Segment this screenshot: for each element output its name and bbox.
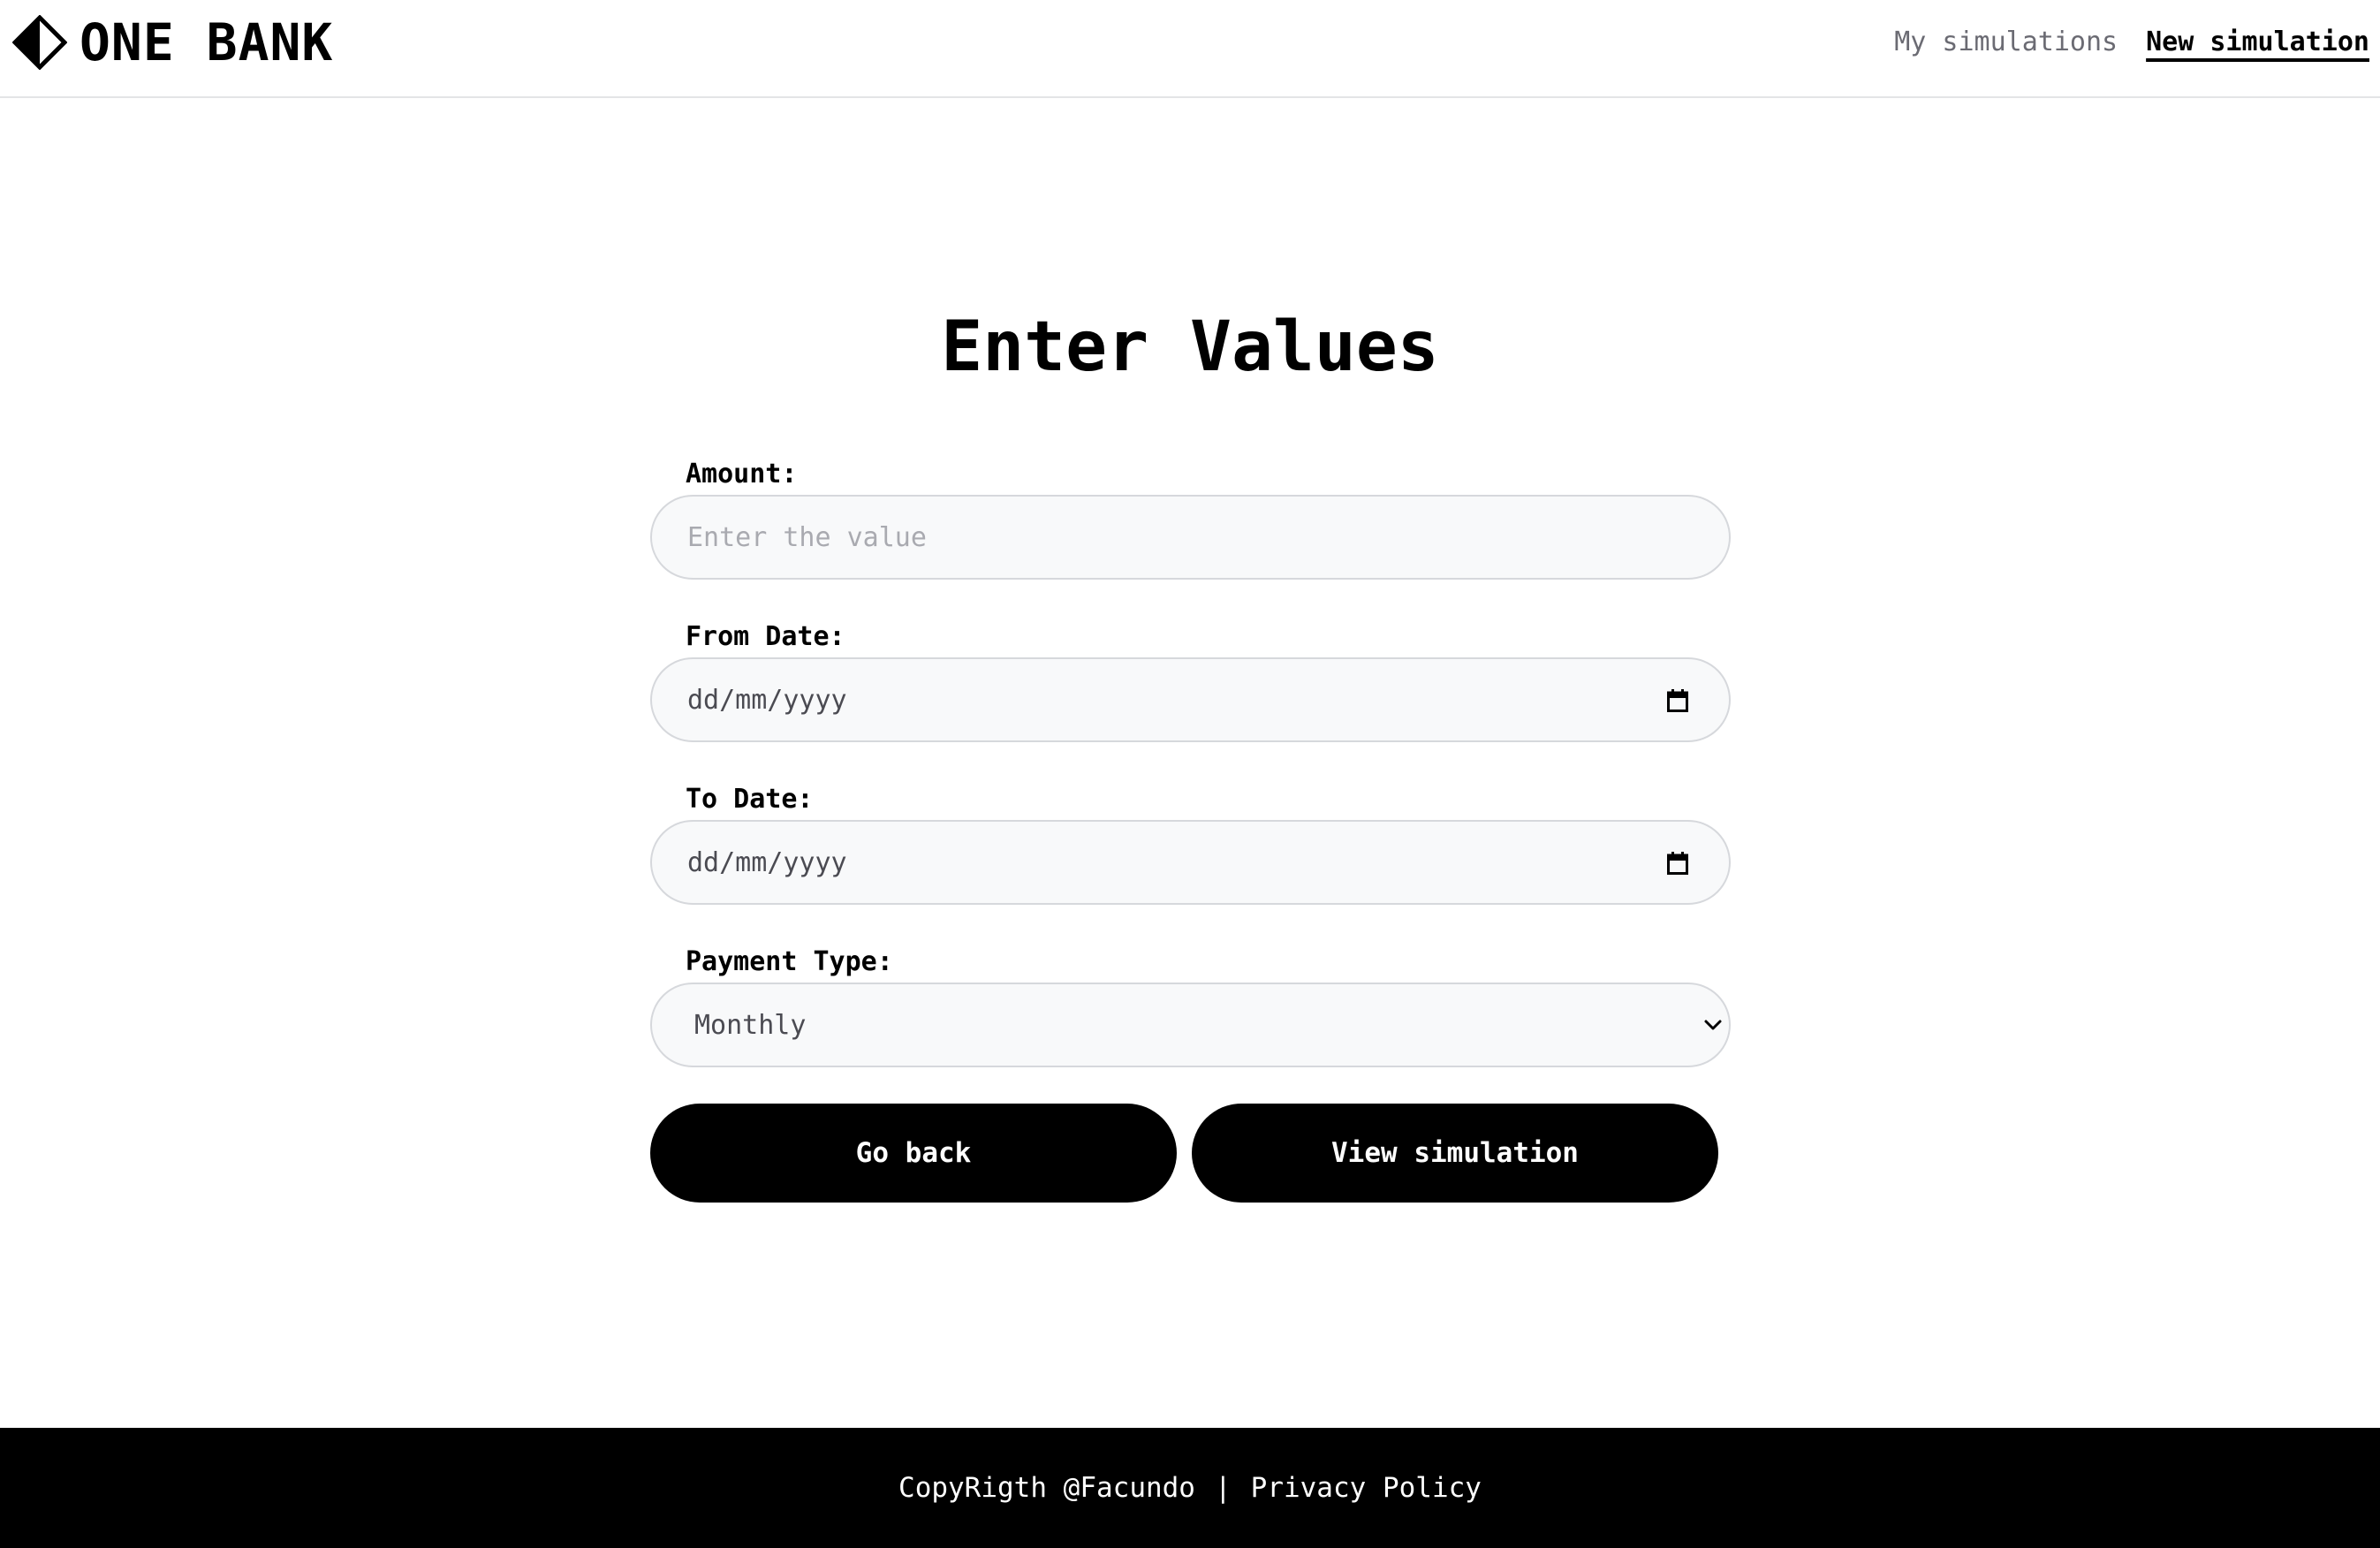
copyright-text: CopyRigth @Facundo <box>898 1472 1195 1504</box>
brand-name: ONE BANK <box>80 12 334 72</box>
payment-type-select[interactable]: Monthly <box>650 983 1731 1067</box>
brand[interactable]: ONE BANK <box>12 15 333 70</box>
from-date-label: From Date: <box>686 621 845 652</box>
nav-new-simulation[interactable]: New simulation <box>2146 25 2369 60</box>
page-title: Enter Values <box>941 307 1439 387</box>
calendar-icon[interactable] <box>1667 852 1688 875</box>
to-date-label: To Date: <box>686 784 814 815</box>
from-date-placeholder: dd/mm/yyyy <box>687 684 847 716</box>
from-date-input[interactable]: dd/mm/yyyy <box>650 657 1731 742</box>
top-header: ONE BANK My simulations New simulation <box>0 0 2380 98</box>
chevron-down-icon <box>1704 1020 1722 1030</box>
payment-type-selected: Monthly <box>694 1009 807 1041</box>
diamond-logo-icon <box>12 15 67 70</box>
main-nav: My simulations New simulation <box>1894 25 2369 60</box>
go-back-button[interactable]: Go back <box>650 1104 1177 1203</box>
to-date-input[interactable]: dd/mm/yyyy <box>650 820 1731 905</box>
privacy-policy-link[interactable]: Privacy Policy <box>1251 1472 1482 1504</box>
amount-placeholder: Enter the value <box>687 521 927 553</box>
calendar-icon[interactable] <box>1667 689 1688 712</box>
view-simulation-button[interactable]: View simulation <box>1192 1104 1718 1203</box>
footer: CopyRigth @Facundo | Privacy Policy <box>0 1428 2380 1548</box>
nav-my-simulations[interactable]: My simulations <box>1894 25 2118 60</box>
amount-label: Amount: <box>686 459 798 489</box>
footer-separator: | <box>1214 1472 1232 1504</box>
to-date-placeholder: dd/mm/yyyy <box>687 846 847 878</box>
payment-type-label: Payment Type: <box>686 946 893 977</box>
amount-input[interactable]: Enter the value <box>650 495 1731 580</box>
